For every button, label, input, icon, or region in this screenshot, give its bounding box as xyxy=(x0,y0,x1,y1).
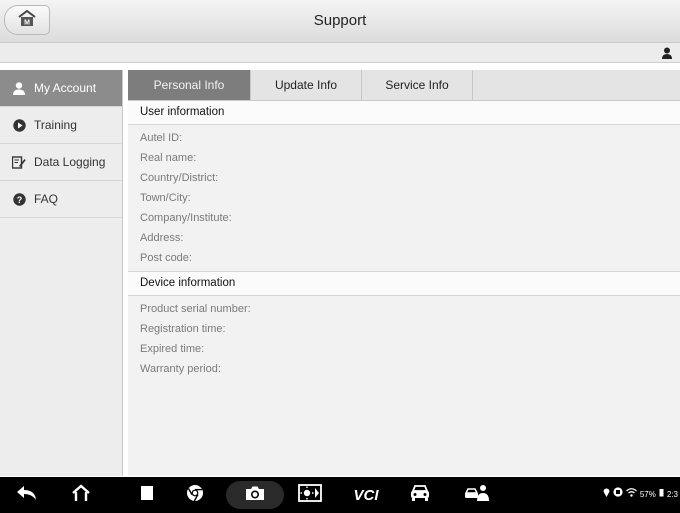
field-town-city: Town/City: xyxy=(140,192,191,204)
field-post-code: Post code: xyxy=(140,252,192,264)
sidebar-item-faq[interactable]: ? FAQ xyxy=(0,181,122,218)
user-information-header: User information xyxy=(128,101,680,125)
tab-service-info[interactable]: Service Info xyxy=(362,70,473,100)
page-title: Support xyxy=(313,12,367,29)
device-information-header: Device information xyxy=(128,271,680,296)
content-panel: Personal Info Update Info Service Info U… xyxy=(128,70,680,476)
sub-toolbar xyxy=(0,43,680,63)
location-icon xyxy=(603,477,610,513)
battery-percent: 57% xyxy=(639,490,656,499)
battery-icon xyxy=(659,477,664,513)
sidebar-item-label: FAQ xyxy=(34,192,59,206)
clock-text: 2:3 xyxy=(666,490,678,499)
user-icon[interactable] xyxy=(662,46,672,64)
vci-icon: VCI xyxy=(353,486,379,504)
home-icon xyxy=(71,483,91,507)
remote-expert-button[interactable] xyxy=(460,477,494,513)
field-warranty-period: Warranty period: xyxy=(140,363,221,375)
vci-button[interactable]: VCI xyxy=(350,477,382,513)
field-expired-time: Expired time: xyxy=(140,343,205,355)
play-icon xyxy=(12,118,26,132)
car-icon xyxy=(409,484,431,507)
browser-icon xyxy=(186,484,204,507)
remote-expert-icon xyxy=(464,484,490,507)
sidebar: My Account Training Data Logging ? FAQ xyxy=(0,70,123,476)
system-nav-bar: VCI 57% 2:3 xyxy=(0,477,680,513)
tab-bar: Personal Info Update Info Service Info xyxy=(128,70,680,101)
back-button[interactable] xyxy=(12,477,42,513)
wifi-icon xyxy=(625,477,637,513)
home-nav-button[interactable] xyxy=(66,477,96,513)
recent-apps-icon xyxy=(140,485,154,506)
tab-personal-info[interactable]: Personal Info xyxy=(128,70,251,100)
camera-icon-wrap xyxy=(240,477,270,513)
brightness-icon xyxy=(298,483,322,507)
chrome-button[interactable] xyxy=(180,477,210,513)
sidebar-item-data-logging[interactable]: Data Logging xyxy=(0,144,122,181)
camera-icon xyxy=(245,485,265,506)
tab-update-info[interactable]: Update Info xyxy=(251,70,362,100)
recent-apps-button[interactable] xyxy=(132,477,162,513)
sidebar-item-label: Training xyxy=(34,118,77,132)
field-address: Address: xyxy=(140,232,184,244)
field-country-district: Country/District: xyxy=(140,172,219,184)
display-settings-button[interactable] xyxy=(294,477,326,513)
field-company-institute: Company/Institute: xyxy=(140,212,232,224)
field-autel-id: Autel ID: xyxy=(140,132,183,144)
edit-icon xyxy=(12,155,26,169)
status-area: 57% 2:3 xyxy=(603,477,678,513)
sidebar-item-label: Data Logging xyxy=(34,155,106,169)
vehicle-button[interactable] xyxy=(404,477,436,513)
back-arrow-icon xyxy=(16,485,38,506)
help-icon: ? xyxy=(12,192,26,206)
sidebar-item-my-account[interactable]: My Account xyxy=(0,70,122,107)
field-registration-time: Registration time: xyxy=(140,323,226,335)
user-icon xyxy=(12,81,26,95)
field-real-name: Real name: xyxy=(140,152,197,164)
field-product-serial-number: Product serial number: xyxy=(140,303,251,315)
svg-text:?: ? xyxy=(16,195,22,205)
bluetooth-badge-icon xyxy=(613,477,623,513)
sidebar-item-training[interactable]: Training xyxy=(0,107,122,144)
title-bar: M Support xyxy=(0,0,680,43)
sidebar-item-label: My Account xyxy=(34,81,97,95)
